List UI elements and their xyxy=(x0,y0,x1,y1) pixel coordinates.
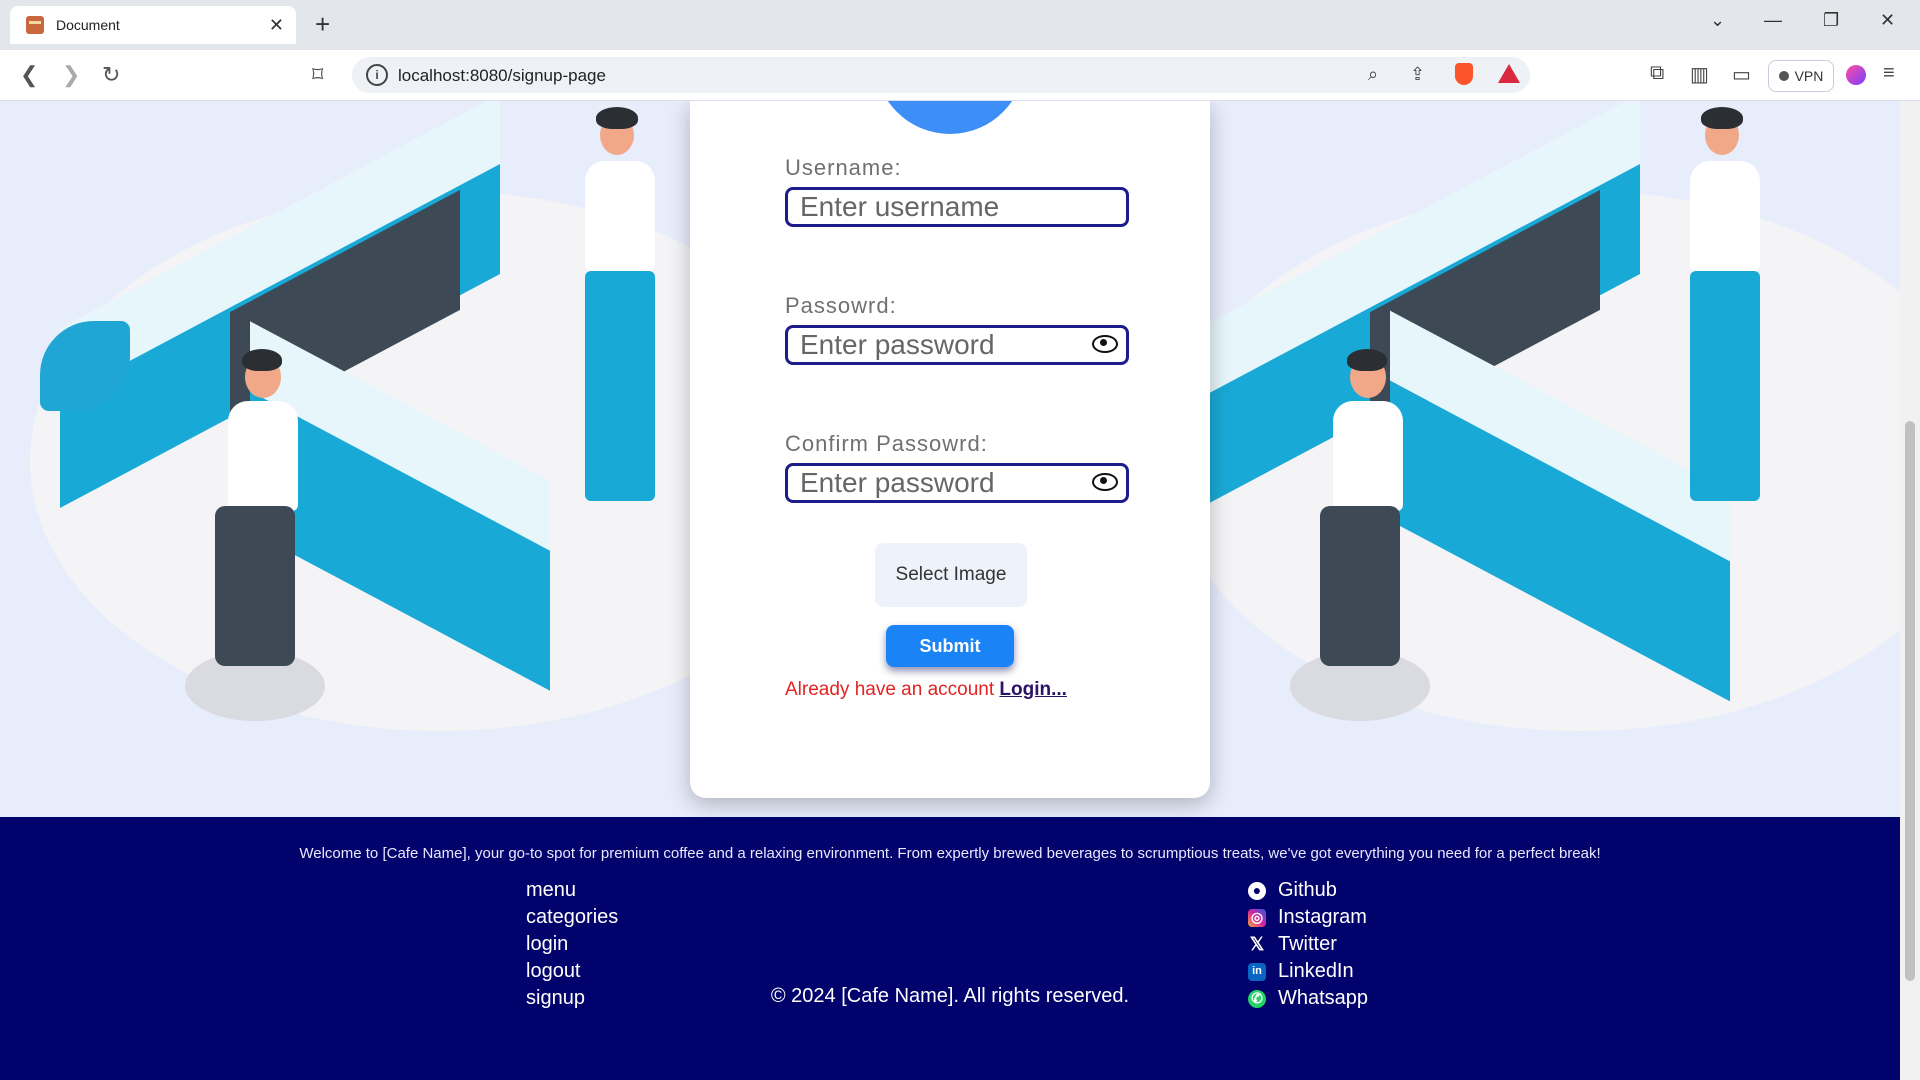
cafe-illustration-left xyxy=(0,101,850,817)
waiter-body xyxy=(1690,161,1760,271)
username-label: Username: xyxy=(785,155,902,180)
waiter-hair xyxy=(596,107,638,129)
social-linkedin[interactable]: in LinkedIn xyxy=(1248,958,1368,985)
footer-link-login[interactable]: login xyxy=(526,931,618,958)
cafe-illustration-right xyxy=(1170,101,1900,817)
waitress-body xyxy=(228,401,298,511)
footer-link-logout[interactable]: logout xyxy=(526,958,618,985)
signup-card: Username: Enter username Passowrd: Enter… xyxy=(690,101,1210,798)
tab-title: Document xyxy=(56,17,120,33)
browser-tab-bar: Document ✕ + ⌄ — ❐ ✕ xyxy=(0,0,1920,50)
zoom-icon[interactable]: ⌕ xyxy=(1368,64,1378,85)
password-input[interactable]: Enter password xyxy=(785,325,1129,365)
wallet-icon[interactable]: ▭ xyxy=(1732,62,1751,87)
waiter-body xyxy=(585,161,655,271)
confirm-password-label: Confirm Passowrd: xyxy=(785,431,988,456)
waiter-pants xyxy=(1690,271,1760,501)
login-link[interactable]: Login... xyxy=(999,679,1067,700)
profile-avatar[interactable] xyxy=(1846,65,1866,85)
address-bar[interactable]: i localhost:8080/signup-page ⌕ ⇪ xyxy=(352,57,1530,93)
waiter-pants xyxy=(585,271,655,501)
github-icon: ● xyxy=(1248,881,1266,900)
vpn-button[interactable]: VPN xyxy=(1768,60,1834,92)
waitress-pants xyxy=(215,506,295,666)
new-tab-button[interactable]: + xyxy=(315,10,330,38)
username-input[interactable]: Enter username xyxy=(785,187,1129,227)
social-instagram[interactable]: ◎ Instagram xyxy=(1248,904,1368,931)
social-label: Instagram xyxy=(1278,906,1367,928)
forward-icon[interactable]: ❯ xyxy=(62,62,80,88)
social-github[interactable]: ● Github xyxy=(1248,877,1368,904)
sidebar-icon[interactable]: ▥ xyxy=(1690,62,1709,87)
login-prompt: Already have an account Login... xyxy=(785,679,1067,701)
submit-button[interactable]: Submit xyxy=(886,625,1014,667)
bookmark-icon[interactable]: ⌑ xyxy=(312,62,323,88)
vpn-status-icon xyxy=(1778,71,1789,81)
share-icon[interactable]: ⇪ xyxy=(1410,64,1425,85)
signup-page: Username: Enter username Passowrd: Enter… xyxy=(0,101,1900,817)
brave-rewards-icon[interactable] xyxy=(1498,64,1520,83)
password-placeholder: Enter password xyxy=(800,329,995,360)
password-label: Passowrd: xyxy=(785,293,897,318)
social-label: Twitter xyxy=(1278,933,1337,955)
footer-link-categories[interactable]: categories xyxy=(526,904,618,931)
confirm-password-input[interactable]: Enter password xyxy=(785,463,1129,503)
show-password-icon[interactable] xyxy=(1092,335,1118,353)
waitress-hair xyxy=(1347,349,1387,371)
waitress-hair xyxy=(242,349,282,371)
page-scrollbar[interactable] xyxy=(1900,101,1920,1080)
cafe-favicon-icon xyxy=(26,16,44,34)
site-info-icon[interactable]: i xyxy=(366,64,388,86)
reload-icon[interactable]: ↻ xyxy=(102,62,120,88)
waitress-pants xyxy=(1320,506,1400,666)
linkedin-icon: in xyxy=(1248,962,1266,981)
back-icon[interactable]: ❮ xyxy=(20,62,38,88)
copyright-text: © 2024 [Cafe Name]. All rights reserved. xyxy=(770,985,1130,1007)
scrollbar-thumb[interactable] xyxy=(1905,421,1915,981)
browser-tab[interactable]: Document ✕ xyxy=(10,6,296,44)
waiter-hair xyxy=(1701,107,1743,129)
social-label: Github xyxy=(1278,879,1337,901)
close-tab-icon[interactable]: ✕ xyxy=(269,15,284,36)
show-confirm-password-icon[interactable] xyxy=(1092,473,1118,491)
menu-icon[interactable]: ≡ xyxy=(1883,62,1895,85)
social-label: LinkedIn xyxy=(1278,960,1354,982)
restore-button[interactable]: ❐ xyxy=(1823,10,1839,31)
confirm-password-placeholder: Enter password xyxy=(800,467,995,498)
close-window-button[interactable]: ✕ xyxy=(1880,10,1895,31)
brave-shield-icon[interactable] xyxy=(1455,63,1473,85)
social-twitter[interactable]: 𝕏 Twitter xyxy=(1248,931,1368,958)
footer: Welcome to [Cafe Name], your go-to spot … xyxy=(0,817,1900,1080)
tab-search-icon[interactable]: ⌄ xyxy=(1710,10,1725,31)
x-icon: 𝕏 xyxy=(1249,934,1265,954)
login-prompt-text: Already have an account xyxy=(785,679,995,700)
browser-toolbar: ❮ ❯ ↻ ⌑ i localhost:8080/signup-page ⌕ ⇪… xyxy=(0,50,1920,101)
avatar xyxy=(875,101,1025,134)
instagram-icon: ◎ xyxy=(1248,908,1266,927)
url-text[interactable]: localhost:8080/signup-page xyxy=(398,66,606,86)
select-image-button[interactable]: Select Image xyxy=(875,543,1027,607)
extensions-icon[interactable]: ⧉ xyxy=(1650,62,1664,85)
footer-welcome-text: Welcome to [Cafe Name], your go-to spot … xyxy=(299,845,1601,862)
minimize-button[interactable]: — xyxy=(1764,10,1782,31)
footer-link-menu[interactable]: menu xyxy=(526,877,618,904)
waitress-body xyxy=(1333,401,1403,511)
vpn-label: VPN xyxy=(1794,68,1824,84)
